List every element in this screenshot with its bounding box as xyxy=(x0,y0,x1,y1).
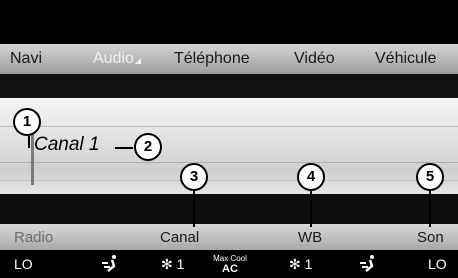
top-black-area xyxy=(0,0,458,44)
menu-item-audio-label: Audio xyxy=(93,50,134,67)
station-display-panel: Canal 1 xyxy=(0,98,458,194)
airflow-right-icon-svg xyxy=(360,255,374,272)
main-menu-bar: Navi Audio◢ Téléphone Vidéo Véhicule xyxy=(0,44,458,74)
callout-3: 3 xyxy=(180,163,208,191)
fan-right-icon: ✻ xyxy=(289,256,301,272)
menu-item-navi[interactable]: Navi xyxy=(10,50,42,68)
softkey-son[interactable]: Son xyxy=(417,229,444,246)
callout-3-line xyxy=(193,191,195,227)
fan-left-level: 1 xyxy=(176,256,185,272)
callout-1-line xyxy=(28,136,30,148)
softkey-wb[interactable]: WB xyxy=(298,229,322,246)
callout-1: 1 xyxy=(13,108,41,136)
menu-item-telephone[interactable]: Téléphone xyxy=(174,50,250,68)
fan-right[interactable]: ✻ 1 xyxy=(289,256,312,273)
temperature-right[interactable]: LO xyxy=(428,256,447,272)
ac-label: AC xyxy=(222,263,238,275)
menu-item-audio[interactable]: Audio◢ xyxy=(93,50,141,68)
callout-2: 2 xyxy=(134,133,162,161)
climate-bar: LO ✻ 1 Max Cool AC ✻ 1 LO xyxy=(0,250,458,278)
callout-4: 4 xyxy=(297,163,325,191)
head-unit-screen: Navi Audio◢ Téléphone Vidéo Véhicule Can… xyxy=(0,0,458,278)
decorative-streak xyxy=(0,126,458,127)
softkey-bar: Radio Canal WB Son xyxy=(0,224,458,250)
airflow-left-icon[interactable] xyxy=(100,254,120,275)
callout-leader-line xyxy=(115,147,133,149)
airflow-left-icon-svg xyxy=(102,255,116,272)
menu-item-video[interactable]: Vidéo xyxy=(294,50,335,68)
callout-5-line xyxy=(429,191,431,227)
separator-band xyxy=(0,74,458,98)
callout-5: 5 xyxy=(416,163,444,191)
temperature-left[interactable]: LO xyxy=(14,256,33,272)
max-cool-label: Max Cool xyxy=(213,254,247,263)
fan-left[interactable]: ✻ 1 xyxy=(161,256,184,273)
callout-4-line xyxy=(310,191,312,227)
airflow-right-icon[interactable] xyxy=(358,254,378,275)
fan-left-icon: ✻ xyxy=(161,256,173,272)
menu-item-vehicule[interactable]: Véhicule xyxy=(375,50,436,68)
softkey-radio[interactable]: Radio xyxy=(14,229,53,246)
decorative-streak xyxy=(0,162,458,163)
max-cool-button[interactable]: Max Cool AC xyxy=(210,254,250,275)
softkey-canal[interactable]: Canal xyxy=(160,229,199,246)
fan-right-level: 1 xyxy=(304,256,313,272)
decorative-streak xyxy=(0,180,458,181)
channel-name: Canal 1 xyxy=(34,134,100,155)
submenu-caret-icon: ◢ xyxy=(134,56,142,65)
separator-band-lower xyxy=(0,194,458,224)
